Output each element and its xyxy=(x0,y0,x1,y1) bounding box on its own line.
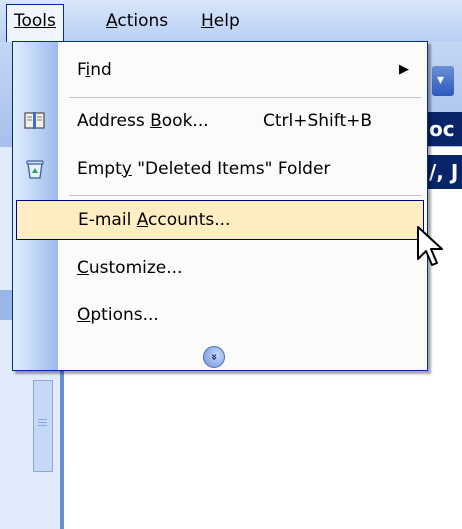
pane-splitter[interactable] xyxy=(60,360,64,529)
menu-tools-label: Tools xyxy=(14,11,56,31)
menu-item-address-book-shortcut: Ctrl+Shift+B xyxy=(263,111,373,131)
menu-item-address-book[interactable]: Address Book... Ctrl+Shift+B xyxy=(13,101,427,141)
menu-actions-label: Actions xyxy=(106,11,169,31)
menu-actions[interactable]: Actions xyxy=(99,5,175,38)
tools-menu: Find ▶ Address Book... Ctrl+Shift+B Empt… xyxy=(12,41,428,371)
address-book-icon xyxy=(23,110,47,132)
menu-item-customize[interactable]: Customize... xyxy=(13,248,427,288)
double-chevron-down-icon[interactable]: » xyxy=(203,346,225,368)
recycle-bin-icon xyxy=(23,158,47,180)
background-header-top: oc xyxy=(425,112,462,146)
menu-item-find[interactable]: Find ▶ xyxy=(13,50,427,90)
menu-item-address-book-label: Address Book... xyxy=(77,111,209,131)
menu-tools[interactable]: Tools xyxy=(6,4,64,43)
menu-item-email-accounts-label: E-mail Accounts... xyxy=(78,210,231,230)
menu-item-find-label: Find xyxy=(77,60,112,80)
menu-separator xyxy=(69,97,421,98)
submenu-arrow-icon: ▶ xyxy=(399,62,409,77)
background-header-bottom: /, J xyxy=(425,155,462,189)
menu-item-customize-label: Customize... xyxy=(77,258,183,278)
menu-item-email-accounts[interactable]: E-mail Accounts... xyxy=(16,200,424,240)
menu-item-empty-deleted[interactable]: Empty "Deleted Items" Folder xyxy=(13,149,427,189)
navigation-scroll-thumb[interactable] xyxy=(33,380,53,472)
menu-item-options-label: Options... xyxy=(77,305,159,325)
toolbar-options-button[interactable] xyxy=(432,66,454,96)
menu-separator xyxy=(69,195,421,196)
menu-help-label: Help xyxy=(201,11,240,31)
menu-help[interactable]: Help xyxy=(194,5,247,38)
menu-bar: Tools Actions Help xyxy=(0,0,462,43)
navigation-pane-tab[interactable] xyxy=(0,290,12,320)
menu-item-options[interactable]: Options... xyxy=(13,295,427,335)
mouse-cursor-icon xyxy=(417,226,443,266)
menu-item-empty-deleted-label: Empty "Deleted Items" Folder xyxy=(77,159,331,179)
